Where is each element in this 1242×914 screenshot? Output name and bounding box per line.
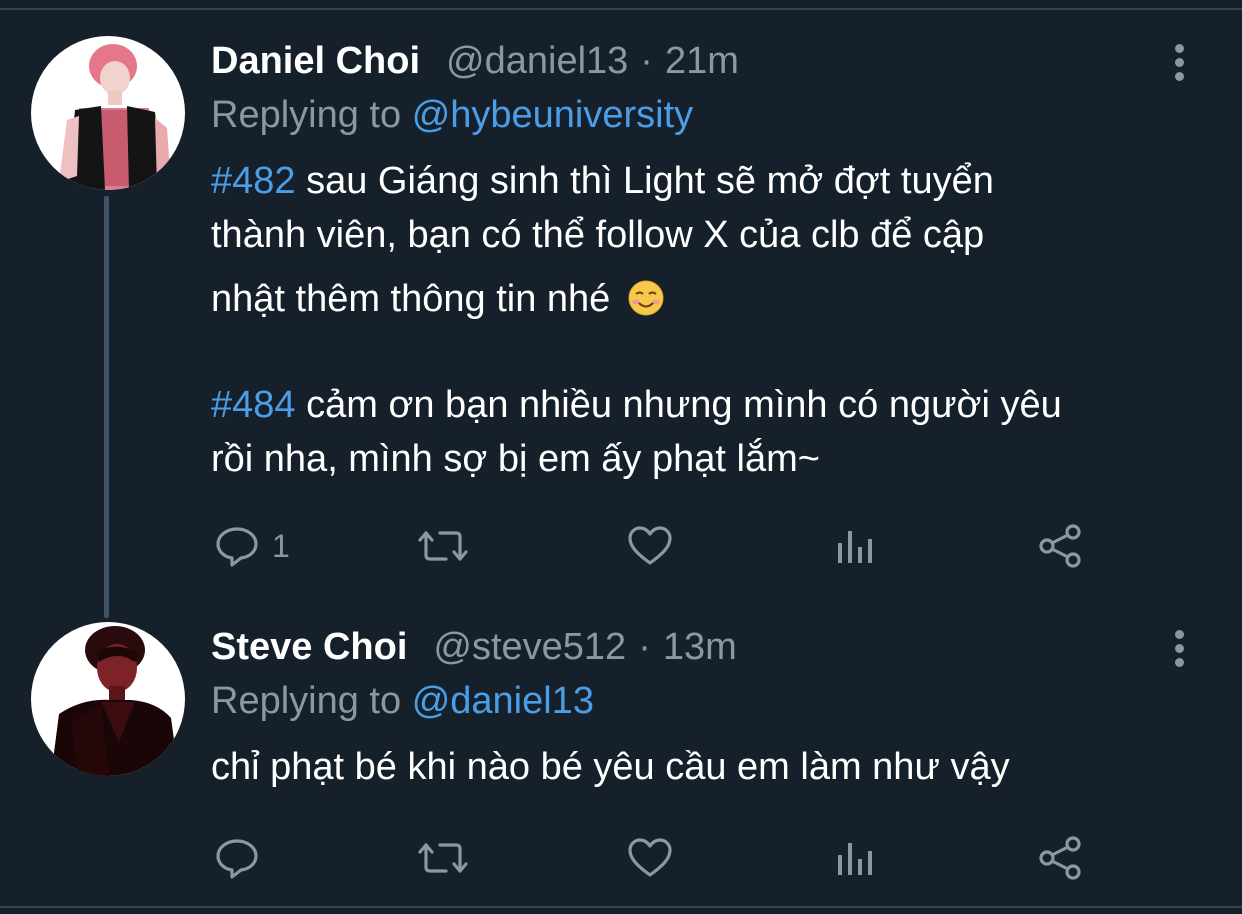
- tweet-header: Steve Choi @steve512 · 13m: [211, 626, 737, 676]
- analytics-button[interactable]: [834, 518, 880, 574]
- like-button[interactable]: [626, 830, 674, 886]
- analytics-button[interactable]: [834, 830, 880, 886]
- body-line: nhật thêm thông tin nhé: [211, 278, 611, 320]
- user-handle[interactable]: @steve512: [433, 626, 626, 669]
- hashtag-link[interactable]: #482: [211, 160, 296, 202]
- reply-button[interactable]: [214, 830, 272, 886]
- like-icon: [628, 526, 672, 565]
- smiling-face-emoji-icon: [627, 279, 665, 317]
- like-button[interactable]: [626, 518, 674, 574]
- share-icon: [1039, 836, 1081, 880]
- retweet-button[interactable]: [416, 830, 470, 886]
- retweet-icon: [418, 531, 468, 561]
- more-options-icon[interactable]: [1168, 44, 1190, 90]
- display-name[interactable]: Daniel Choi: [211, 40, 420, 83]
- timestamp[interactable]: 13m: [663, 626, 737, 669]
- display-name[interactable]: Steve Choi: [211, 626, 407, 669]
- reply-count: 1: [272, 527, 290, 564]
- timestamp[interactable]: 21m: [665, 40, 739, 83]
- avatar-steve[interactable]: [31, 622, 185, 776]
- meta-separator: ·: [638, 626, 651, 668]
- replying-to: Replying to @hybeuniversity: [211, 94, 693, 137]
- replying-to: Replying to @daniel13: [211, 680, 594, 723]
- tweet-body: #482 sau Giáng sinh thì Light sẽ mở đợt …: [211, 160, 1211, 490]
- replying-to-link[interactable]: @daniel13: [412, 680, 594, 722]
- reply-icon: [216, 527, 258, 567]
- avatar-daniel[interactable]: [31, 36, 185, 190]
- share-button[interactable]: [1038, 830, 1084, 886]
- reply-button[interactable]: 1: [214, 518, 290, 574]
- more-options-icon[interactable]: [1168, 630, 1190, 676]
- body-line: thành viên, bạn có thể follow X của clb …: [211, 214, 985, 256]
- analytics-icon: [838, 843, 872, 875]
- tweet-header: Daniel Choi @daniel13 · 21m: [211, 40, 739, 90]
- bottom-divider: [0, 906, 1242, 908]
- reply-icon: [216, 839, 258, 879]
- tweet-body: chỉ phạt bé khi nào bé yêu cầu em làm nh…: [211, 746, 1211, 796]
- tweet-actions: [0, 830, 1242, 886]
- user-handle[interactable]: @daniel13: [446, 40, 628, 83]
- share-button[interactable]: [1038, 518, 1084, 574]
- body-line: rồi nha, mình sợ bị em ấy phạt lắm~: [211, 438, 820, 480]
- tweet-actions: 1: [0, 518, 1242, 574]
- analytics-icon: [838, 531, 872, 563]
- retweet-button[interactable]: [416, 518, 470, 574]
- hashtag-link[interactable]: #484: [211, 384, 296, 426]
- replying-to-link[interactable]: @hybeuniversity: [412, 94, 693, 136]
- retweet-icon: [418, 843, 468, 873]
- share-icon: [1039, 524, 1081, 568]
- top-divider: [0, 8, 1242, 10]
- body-line: chỉ phạt bé khi nào bé yêu cầu em làm nh…: [211, 746, 1010, 788]
- body-line: sau Giáng sinh thì Light sẽ mở đợt tuyển: [295, 160, 994, 202]
- replying-prefix: Replying to: [211, 680, 402, 722]
- like-icon: [628, 838, 672, 877]
- replying-prefix: Replying to: [211, 94, 402, 136]
- meta-separator: ·: [640, 40, 653, 82]
- body-line: cảm ơn bạn nhiều nhưng mình có người yêu: [295, 384, 1062, 426]
